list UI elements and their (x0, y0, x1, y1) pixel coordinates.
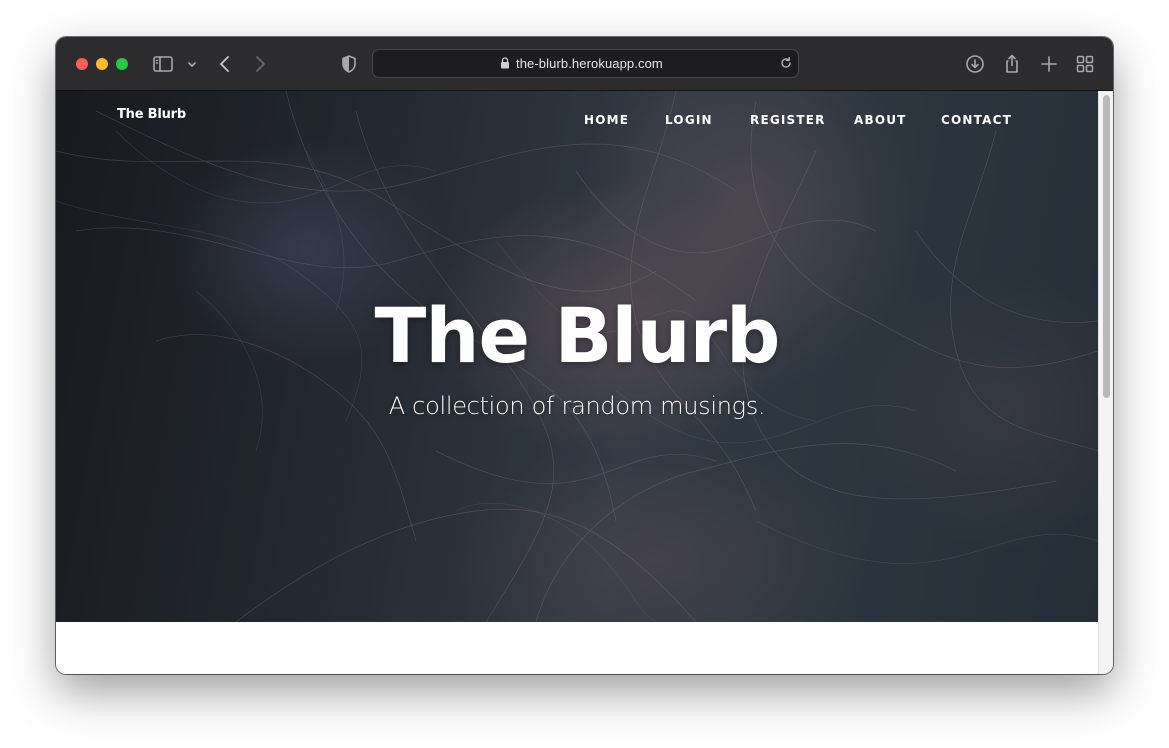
maximize-window-button[interactable] (116, 58, 128, 70)
hero-subtitle: A collection of random musings. (388, 392, 766, 420)
nav-about-link[interactable]: ABOUT (854, 113, 907, 127)
reload-icon[interactable] (778, 55, 794, 71)
vertical-scrollbar[interactable] (1098, 91, 1113, 674)
grid-icon[interactable] (1073, 52, 1097, 76)
shield-icon[interactable] (337, 52, 361, 76)
scrollbar-thumb[interactable] (1103, 95, 1110, 398)
plus-icon[interactable] (1037, 52, 1061, 76)
nav-login-link[interactable]: LOGIN (665, 113, 713, 127)
hero-title: The Blurb (374, 291, 781, 380)
back-chevron-left-icon[interactable] (213, 52, 237, 76)
url-text: the-blurb.herokuapp.com (516, 56, 663, 71)
forward-chevron-right-icon[interactable] (248, 52, 272, 76)
share-icon[interactable] (1000, 52, 1024, 76)
page-viewport: The Blurb HOME LOGIN REGISTER ABOUT CONT… (56, 91, 1098, 674)
download-icon[interactable] (963, 52, 987, 76)
nav-register-link[interactable]: REGISTER (750, 113, 826, 127)
minimize-window-button[interactable] (96, 58, 108, 70)
nav-contact-link[interactable]: CONTACT (941, 113, 1012, 127)
sidebar-icon[interactable] (151, 52, 175, 76)
hero-header: The Blurb HOME LOGIN REGISTER ABOUT CONT… (56, 91, 1098, 622)
lock-icon (498, 56, 512, 70)
browser-toolbar: the-blurb.herokuapp.com (56, 37, 1113, 91)
browser-window: the-blurb.herokuapp.com The Blurb HOME L… (56, 37, 1113, 674)
address-bar[interactable]: the-blurb.herokuapp.com (372, 49, 799, 78)
main-navigation: HOME LOGIN REGISTER ABOUT CONTACT (56, 113, 1098, 129)
close-window-button[interactable] (76, 58, 88, 70)
nav-home-link[interactable]: HOME (584, 113, 629, 127)
chevron-down-icon[interactable] (180, 52, 204, 76)
